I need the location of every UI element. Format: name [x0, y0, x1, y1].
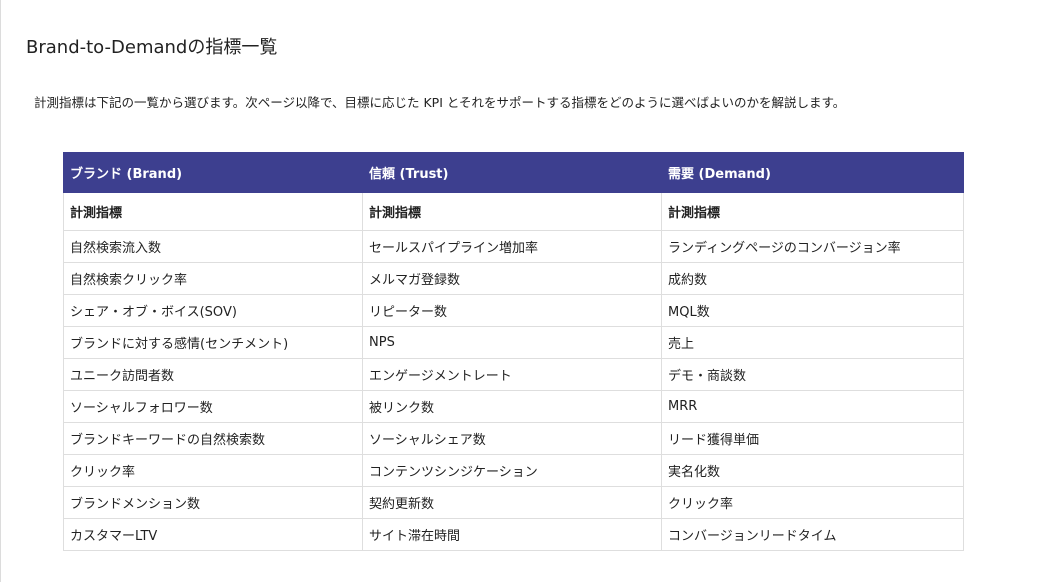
table-cell: ブランドに対する感情(センチメント) — [63, 326, 363, 359]
subheader-demand: 計測指標 — [661, 192, 964, 231]
table-row: ソーシャルフォロワー数 被リンク数 MRR — [63, 390, 964, 423]
table-row: クリック率 コンテンツシンジケーション 実名化数 — [63, 454, 964, 487]
table-cell: クリック率 — [63, 454, 363, 487]
table-cell: ユニーク訪問者数 — [63, 358, 363, 391]
table-cell: 自然検索流入数 — [63, 230, 363, 263]
table-cell: 被リンク数 — [362, 390, 662, 423]
table-cell: エンゲージメントレート — [362, 358, 662, 391]
table-cell: 自然検索クリック率 — [63, 262, 363, 295]
table-cell: リード獲得単価 — [661, 422, 964, 455]
header-trust: 信頼 (Trust) — [362, 152, 662, 193]
table-cell: セールスパイプライン増加率 — [362, 230, 662, 263]
table-cell: ソーシャルシェア数 — [362, 422, 662, 455]
table-row: ブランドキーワードの自然検索数 ソーシャルシェア数 リード獲得単価 — [63, 422, 964, 455]
table-cell: コンバージョンリードタイム — [661, 518, 964, 551]
table-cell: カスタマーLTV — [63, 518, 363, 551]
table-cell: サイト滞在時間 — [362, 518, 662, 551]
table-subheader-row: 計測指標 計測指標 計測指標 — [63, 192, 964, 231]
kpi-table: ブランド (Brand) 信頼 (Trust) 需要 (Demand) 計測指標… — [63, 152, 964, 551]
table-row: シェア・オブ・ボイス(SOV) リピーター数 MQL数 — [63, 294, 964, 327]
table-cell: 契約更新数 — [362, 486, 662, 519]
table-row: カスタマーLTV サイト滞在時間 コンバージョンリードタイム — [63, 518, 964, 551]
header-demand: 需要 (Demand) — [661, 152, 964, 193]
table-row: 自然検索流入数 セールスパイプライン増加率 ランディングページのコンバージョン率 — [63, 230, 964, 263]
table-row: 自然検索クリック率 メルマガ登録数 成約数 — [63, 262, 964, 295]
table-cell: MQL数 — [661, 294, 964, 327]
table-header-row: ブランド (Brand) 信頼 (Trust) 需要 (Demand) — [63, 152, 964, 193]
table-cell: 成約数 — [661, 262, 964, 295]
table-cell: 実名化数 — [661, 454, 964, 487]
intro-text: 計測指標は下記の一覧から選びます。次ページ以降で、目標に応じた KPI とそれを… — [34, 95, 846, 110]
table-cell: メルマガ登録数 — [362, 262, 662, 295]
subheader-brand: 計測指標 — [63, 192, 363, 231]
table-cell: デモ・商談数 — [661, 358, 964, 391]
subheader-trust: 計測指標 — [362, 192, 662, 231]
table-cell: クリック率 — [661, 486, 964, 519]
table-cell: ランディングページのコンバージョン率 — [661, 230, 964, 263]
table-cell: シェア・オブ・ボイス(SOV) — [63, 294, 363, 327]
page-title: Brand-to-Demandの指標一覧 — [26, 37, 278, 58]
table-row: ブランドに対する感情(センチメント) NPS 売上 — [63, 326, 964, 359]
table-cell: NPS — [362, 326, 662, 359]
table-cell: ブランドメンション数 — [63, 486, 363, 519]
table-cell: リピーター数 — [362, 294, 662, 327]
table-cell: MRR — [661, 390, 964, 423]
table-row: ブランドメンション数 契約更新数 クリック率 — [63, 486, 964, 519]
table-cell: コンテンツシンジケーション — [362, 454, 662, 487]
table-cell: ブランドキーワードの自然検索数 — [63, 422, 363, 455]
page-left-border — [0, 0, 1, 582]
table-row: ユニーク訪問者数 エンゲージメントレート デモ・商談数 — [63, 358, 964, 391]
header-brand: ブランド (Brand) — [63, 152, 363, 193]
table-cell: 売上 — [661, 326, 964, 359]
table-cell: ソーシャルフォロワー数 — [63, 390, 363, 423]
